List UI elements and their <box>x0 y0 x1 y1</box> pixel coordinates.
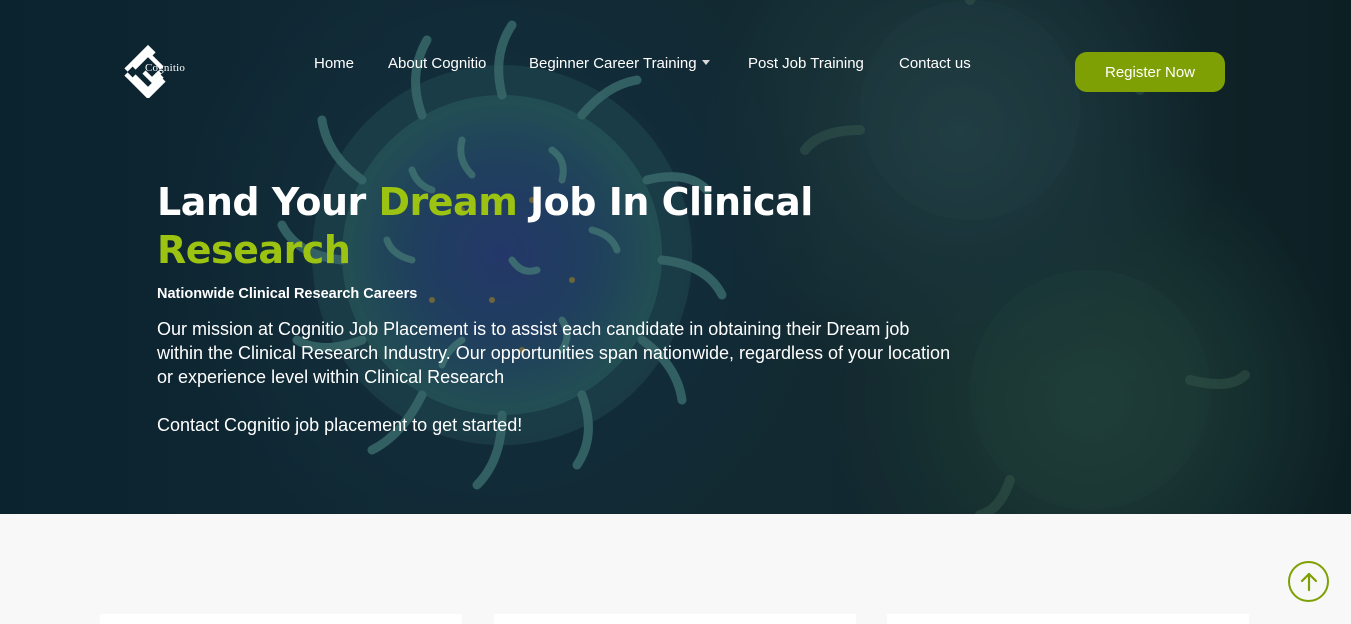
register-now-button[interactable]: Register Now <box>1075 52 1225 92</box>
arrow-up-icon <box>1300 572 1317 591</box>
back-to-top-button[interactable] <box>1288 561 1329 602</box>
headline-accent-dream: Dream <box>378 180 518 224</box>
nav-item-about[interactable]: About Cognitio <box>388 55 486 72</box>
hero-headline: Land Your Dream Job In Clinical Research <box>157 178 917 274</box>
chevron-down-icon <box>701 60 710 65</box>
headline-accent-research: Research <box>157 228 351 272</box>
nav-item-contact[interactable]: Contact us <box>899 55 971 72</box>
nav-item-label: Beginner Career Training <box>529 55 697 72</box>
feature-card <box>494 614 856 624</box>
brand-name[interactable]: Cognitio <box>145 62 185 74</box>
hero-section: Cognitio Home About Cognitio Beginner Ca… <box>0 0 1351 514</box>
hero-description: Our mission at Cognitio Job Placement is… <box>157 319 951 387</box>
feature-card <box>887 614 1249 624</box>
headline-text: Land Your <box>157 180 379 224</box>
nav-item-home[interactable]: Home <box>314 55 354 72</box>
nav-item-beginner-training[interactable]: Beginner Career Training <box>529 55 710 72</box>
headline-text: Job In Clinical <box>517 180 813 224</box>
feature-card <box>100 614 462 624</box>
nav-item-post-job-training[interactable]: Post Job Training <box>748 55 864 72</box>
hero-cta-text: Contact Cognitio job placement to get st… <box>157 415 523 435</box>
hero-subheading: Nationwide Clinical Research Careers <box>157 286 418 302</box>
